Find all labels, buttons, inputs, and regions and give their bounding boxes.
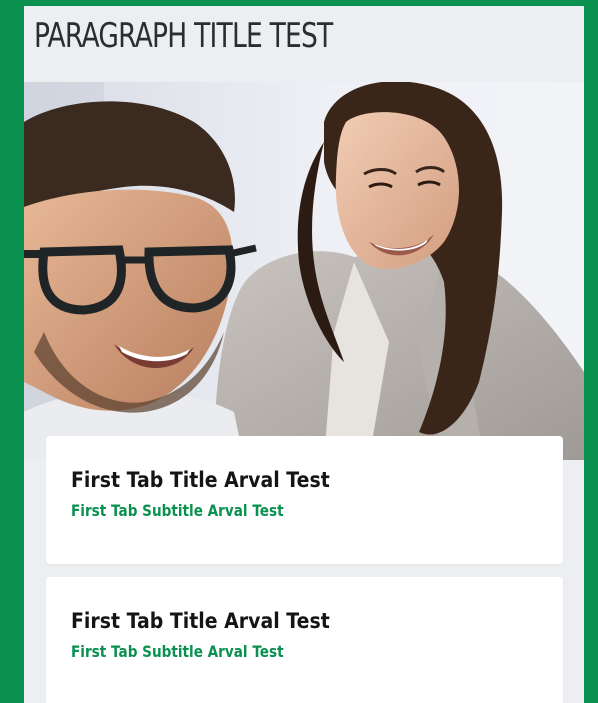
paragraph-title: PARAGRAPH TITLE TEST bbox=[34, 16, 333, 56]
content-panel: PARAGRAPH TITLE TEST First Tab Title Arv… bbox=[24, 6, 584, 703]
tab-card-title: First Tab Title Arval Test bbox=[71, 609, 330, 633]
tab-card[interactable]: First Tab Title Arval Test First Tab Sub… bbox=[46, 436, 563, 564]
tab-card-subtitle: First Tab Subtitle Arval Test bbox=[71, 501, 284, 520]
tab-card-subtitle: First Tab Subtitle Arval Test bbox=[71, 642, 284, 661]
hero-image bbox=[24, 82, 584, 460]
tab-card-title: First Tab Title Arval Test bbox=[71, 468, 330, 492]
tab-card[interactable]: First Tab Title Arval Test First Tab Sub… bbox=[46, 577, 563, 703]
